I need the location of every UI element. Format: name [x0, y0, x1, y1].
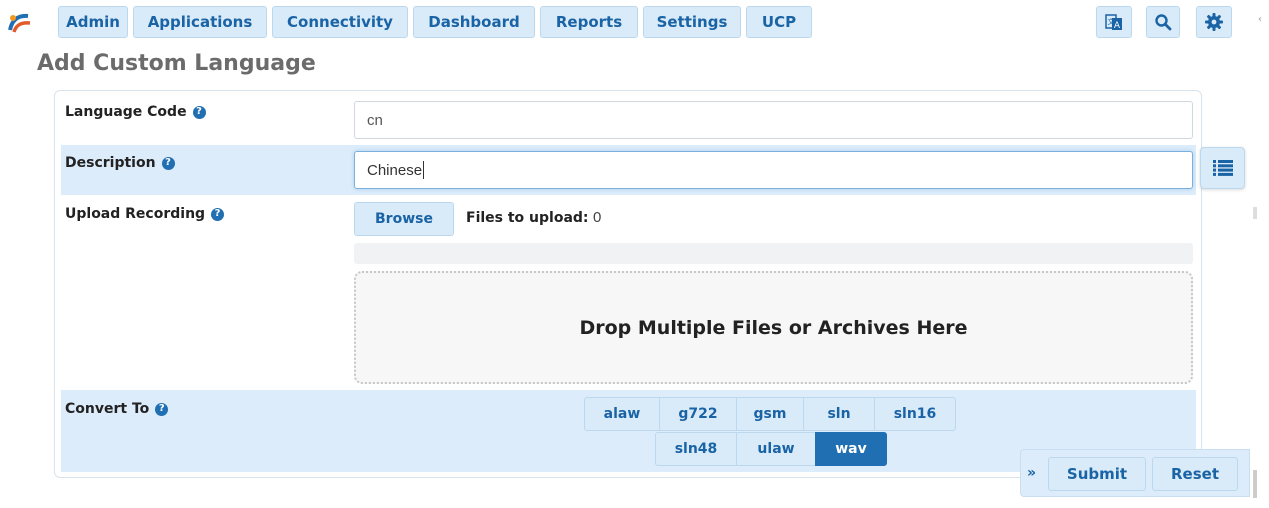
language-button[interactable]: A 文 — [1096, 6, 1132, 38]
files-to-upload-count: 0 — [592, 209, 602, 226]
description-value: Chinese — [367, 161, 423, 179]
browse-button[interactable]: Browse — [354, 202, 454, 236]
help-icon[interactable]: ? — [161, 156, 175, 170]
language-code-label: Language Code ? — [65, 104, 206, 120]
format-sln16[interactable]: sln16 — [874, 397, 956, 431]
search-button[interactable] — [1146, 6, 1180, 38]
upload-progress-bar — [354, 243, 1193, 264]
nav-ucp[interactable]: UCP — [746, 6, 812, 38]
page-title: Add Custom Language — [37, 51, 316, 76]
format-sln48[interactable]: sln48 — [655, 432, 737, 466]
help-icon[interactable]: ? — [192, 105, 206, 119]
nav-applications[interactable]: Applications — [133, 6, 267, 38]
files-to-upload: Files to upload: 0 — [466, 209, 601, 226]
text-cursor — [423, 161, 425, 179]
format-wav-selected[interactable]: wav — [815, 432, 887, 466]
svg-text:文: 文 — [1108, 17, 1115, 26]
submit-button[interactable]: Submit — [1048, 457, 1146, 491]
settings-button[interactable] — [1196, 6, 1232, 38]
language-code-value: cn — [367, 111, 383, 129]
format-gsm[interactable]: gsm — [736, 397, 804, 431]
nav-settings[interactable]: Settings — [643, 6, 741, 38]
convert-to-label: Convert To ? — [65, 401, 169, 417]
list-view-button[interactable] — [1200, 147, 1245, 189]
nav-dashboard[interactable]: Dashboard — [413, 6, 535, 38]
edge-glyph: ‹ — [1258, 14, 1262, 25]
format-alaw[interactable]: alaw — [584, 397, 660, 431]
reset-button[interactable]: Reset — [1152, 457, 1238, 491]
nav-admin[interactable]: Admin — [58, 6, 128, 38]
language-code-input[interactable]: cn — [354, 101, 1193, 139]
language-code-label-text: Language Code — [65, 104, 187, 120]
description-input[interactable]: Chinese — [354, 151, 1193, 189]
format-g722[interactable]: g722 — [659, 397, 737, 431]
svg-text:A: A — [1114, 21, 1121, 31]
upload-recording-label: Upload Recording ? — [65, 206, 225, 222]
list-icon — [1212, 160, 1233, 176]
file-dropzone[interactable]: Drop Multiple Files or Archives Here — [354, 271, 1193, 384]
upload-recording-label-text: Upload Recording — [65, 206, 206, 222]
gear-icon — [1205, 13, 1223, 31]
scrollbar-thumb[interactable] — [1253, 207, 1257, 219]
description-label: Description ? — [65, 155, 175, 171]
search-icon — [1155, 14, 1172, 31]
collapse-chevron-icon[interactable]: » — [1027, 465, 1036, 481]
files-to-upload-label: Files to upload: — [466, 210, 589, 226]
language-icon: A 文 — [1105, 14, 1122, 31]
description-label-text: Description — [65, 155, 156, 171]
convert-to-label-text: Convert To — [65, 401, 150, 417]
nav-reports[interactable]: Reports — [540, 6, 638, 38]
format-sln[interactable]: sln — [803, 397, 875, 431]
help-icon[interactable]: ? — [211, 207, 225, 221]
nav-connectivity[interactable]: Connectivity — [272, 6, 408, 38]
top-nav: Admin Applications Connectivity Dashboar… — [0, 0, 1262, 44]
format-ulaw[interactable]: ulaw — [736, 432, 816, 466]
help-icon[interactable]: ? — [155, 402, 169, 416]
scrollbar-thumb-lower[interactable] — [1253, 470, 1257, 498]
freepbx-logo-icon[interactable] — [6, 10, 32, 34]
